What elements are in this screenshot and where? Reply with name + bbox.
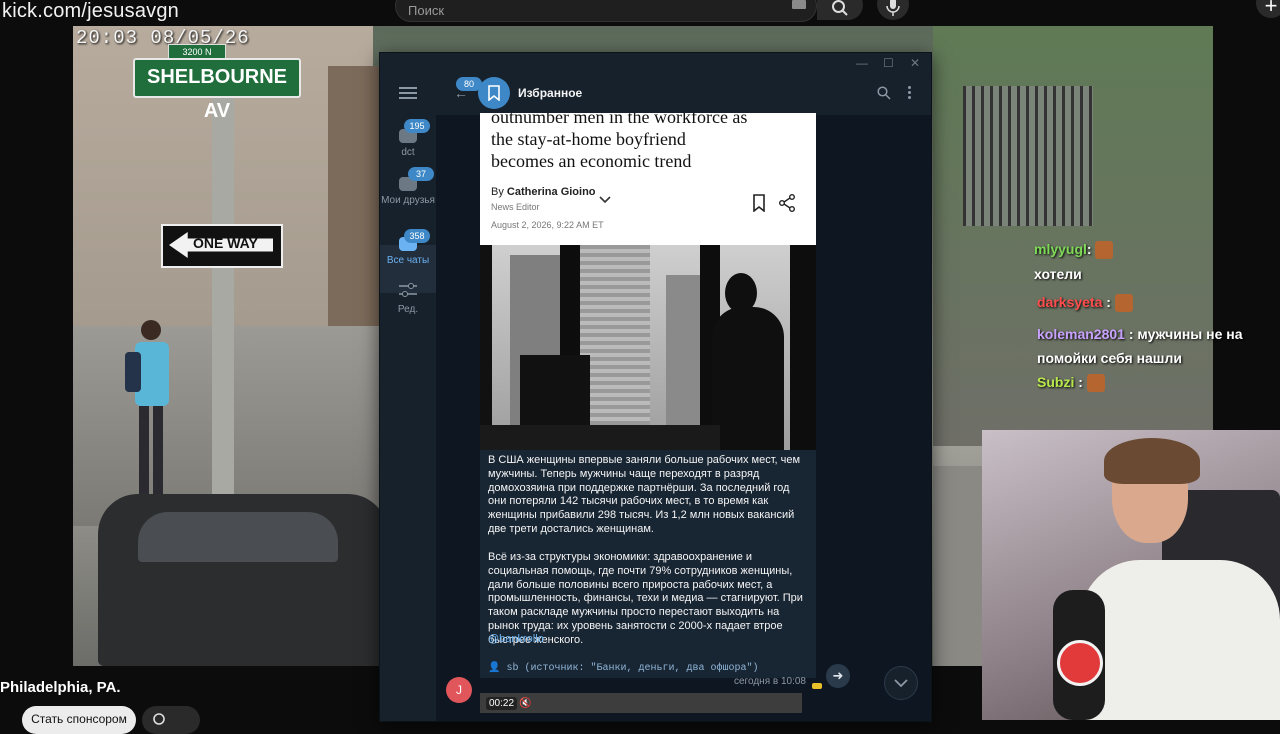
folders-sidebar: 195 dct 37 Мои друзья 358 Все чаты Ред. — [380, 73, 436, 721]
close-icon[interactable]: ✕ — [910, 56, 920, 70]
car-window — [138, 512, 338, 562]
article-photo[interactable] — [480, 245, 816, 450]
message-source: 👤 sb (источник: "Банки, деньги, два офшо… — [488, 663, 759, 674]
chat-username: Subzi — [1037, 374, 1075, 390]
chat-message: mlyyugl: — [1034, 241, 1114, 260]
article-title-line: outnumber men in the workforce as — [491, 113, 748, 127]
chevron-down-icon — [599, 196, 611, 204]
article-date: August 2, 2026, 9:22 AM ET — [491, 220, 604, 230]
chat-message: Subzi : — [1037, 374, 1105, 393]
share-icon — [779, 194, 795, 212]
microphone-logo-icon — [1057, 640, 1103, 686]
iron-fence — [963, 86, 1093, 226]
chat-separator: : — [1078, 374, 1083, 390]
sender-avatar[interactable]: J — [446, 677, 472, 703]
emote-icon — [1095, 241, 1114, 260]
menu-icon[interactable] — [399, 87, 417, 89]
folder-label: Мои друзья — [381, 195, 435, 206]
byline-prefix: By — [491, 186, 504, 198]
folder-all-chats[interactable]: 358 Все чаты — [380, 229, 436, 287]
author-role: News Editor — [491, 202, 540, 212]
stream-title: Philadelphia, PA. — [0, 679, 121, 696]
chat-title[interactable]: Избранное — [518, 86, 582, 100]
folder-label: dct — [401, 147, 415, 158]
folder-label: Все чаты — [386, 255, 430, 266]
chat-separator: : — [1128, 326, 1134, 342]
unread-badge: 358 — [404, 229, 430, 243]
channel-link[interactable]: @bankrollo — [488, 633, 544, 645]
woman-silhouette — [712, 307, 784, 450]
muted-speaker-icon[interactable]: 🔇 — [519, 698, 531, 709]
message-time: сегодня в 10:08 — [734, 676, 806, 687]
folder-dct[interactable]: 195 dct — [380, 119, 436, 165]
skyscraper — [580, 245, 650, 435]
message-bubble[interactable]: В США женщины впервые заняли больше рабо… — [480, 450, 816, 678]
emote-icon — [1086, 374, 1105, 393]
article-title-clip: outnumber men in the workforce as the st… — [480, 113, 816, 173]
sign-pole — [212, 90, 234, 500]
scroll-down-button[interactable] — [884, 666, 918, 700]
bookmark-icon — [753, 194, 765, 212]
window-frame — [480, 245, 492, 450]
keyboard-icon[interactable] — [792, 0, 806, 9]
more-options-icon[interactable] — [908, 86, 911, 89]
microphone-icon — [886, 0, 900, 16]
chat-message: darksyeta : — [1037, 294, 1133, 313]
minimize-icon[interactable]: — — [856, 56, 868, 70]
unread-badge: 195 — [404, 119, 430, 133]
pedestrian — [125, 320, 169, 506]
share-button[interactable] — [142, 706, 200, 734]
article-byline: By Catherina Gioino — [491, 186, 596, 198]
chat-username: mlyyugl — [1034, 241, 1087, 257]
window-titlebar: — ☐ ✕ — [380, 53, 931, 73]
one-way-sign: ONE WAY — [161, 224, 283, 268]
video-duration: 00:22 — [486, 697, 518, 710]
sponsor-button[interactable]: Стать спонсором — [22, 706, 136, 734]
chat-separator: : — [1086, 241, 1092, 257]
search-icon[interactable] — [877, 86, 891, 100]
bookmark-icon — [488, 85, 500, 101]
article-author: Catherina Gioino — [506, 186, 596, 198]
maximize-icon[interactable]: ☐ — [883, 56, 894, 70]
unread-badge: 37 — [408, 167, 434, 181]
street-name-sign: SHELBOURNE AV — [133, 58, 301, 122]
sliders-icon — [399, 283, 417, 297]
saved-messages-avatar[interactable] — [478, 77, 510, 109]
desk — [480, 425, 720, 450]
monitor — [520, 355, 590, 425]
reaction-icon[interactable] — [812, 683, 822, 689]
folder-friends[interactable]: 37 Мои друзья — [380, 167, 436, 233]
window-frame — [790, 245, 816, 450]
emote-icon — [1114, 294, 1133, 313]
streamer-hair — [1104, 438, 1200, 484]
stream-url[interactable]: kick.com/jesusavgn — [2, 0, 179, 23]
chat-separator: : — [1106, 294, 1111, 310]
mic-button[interactable] — [877, 0, 909, 20]
folder-label: Ред. — [397, 304, 419, 315]
article-title-line: becomes an economic trend — [491, 151, 692, 171]
forward-icon[interactable]: ➜ — [826, 664, 850, 688]
create-button[interactable]: + — [1256, 0, 1280, 18]
chat-username: koleman2801 — [1037, 326, 1125, 342]
article-title: outnumber men in the workforce as the st… — [491, 113, 811, 172]
search-icon — [832, 0, 848, 16]
parked-car — [98, 494, 388, 666]
article-title-line: the stay-at-home boyfriend — [491, 129, 686, 149]
share-icon — [153, 713, 165, 725]
chat-username: darksyeta — [1037, 294, 1103, 310]
chat-message-text: хотели — [1034, 266, 1082, 282]
chat-header: ← 80 Избранное — [436, 73, 931, 115]
search-button[interactable] — [817, 0, 863, 20]
streamer-shirt — [1080, 560, 1280, 720]
search-input[interactable]: Поиск — [395, 0, 817, 22]
one-way-label: ONE WAY — [193, 235, 258, 251]
chevron-down-icon — [894, 679, 908, 688]
chat-message: koleman2801 : мужчины не на помойки себя… — [1037, 322, 1269, 370]
folder-edit[interactable]: Ред. — [380, 283, 436, 323]
search-placeholder: Поиск — [408, 3, 445, 18]
message-paragraph: В США женщины впервые заняли больше рабо… — [488, 454, 801, 535]
